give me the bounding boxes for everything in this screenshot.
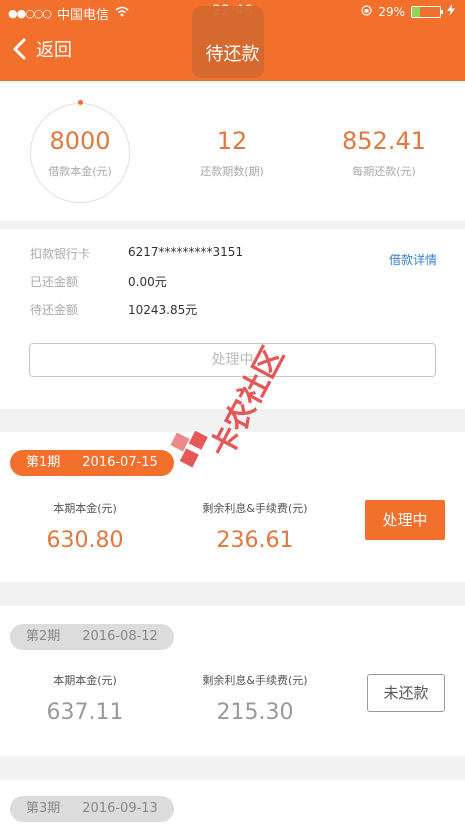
principal-stat: 8000 借款本金(元)	[30, 127, 130, 179]
pending-row: 待还金额 10243.85元	[30, 301, 197, 318]
period-label: 第3期	[26, 801, 61, 816]
progress-ring-dot	[78, 100, 83, 105]
interest-amount: 236.61	[216, 528, 294, 553]
period-card-2: 第2期 2016-08-12 本期本金(元) 637.11 剩余利息&手续费(元…	[0, 606, 465, 756]
charging-icon	[447, 4, 455, 19]
principal-label: 本期本金(元)	[53, 502, 117, 515]
period-2-status-button[interactable]: 未还款	[367, 674, 445, 712]
orientation-lock-icon	[361, 4, 372, 19]
period-principal: 本期本金(元) 630.80	[20, 500, 150, 553]
battery-level	[412, 6, 421, 17]
period-label: 第2期	[26, 629, 61, 644]
bank-card-label: 扣款银行卡	[30, 247, 91, 261]
principal-value: 8000	[49, 127, 111, 155]
interest-label: 剩余利息&手续费(元)	[202, 502, 308, 515]
period-tag-1: 第1期 2016-07-15	[10, 450, 174, 476]
period-interest: 剩余利息&手续费(元) 236.61	[170, 500, 340, 553]
page-title: 待还款	[205, 44, 260, 65]
period-date: 2016-09-13	[82, 801, 158, 816]
period-principal: 本期本金(元) 637.11	[20, 672, 150, 725]
period-date: 2016-07-15	[82, 455, 158, 470]
period-label: 第1期	[26, 455, 61, 470]
principal-amount: 637.11	[46, 700, 124, 725]
period-date: 2016-08-12	[82, 629, 158, 644]
terms-value: 12	[216, 127, 248, 155]
processing-button[interactable]: 处理中	[29, 343, 436, 377]
interest-label: 剩余利息&手续费(元)	[202, 674, 308, 687]
repaid-label: 已还金额	[30, 275, 79, 289]
header-bar: ●●○○○ 中国电信 22:46 29% 返回 待还款	[0, 0, 465, 81]
pending-label: 待还金额	[30, 303, 79, 317]
principal-label: 本期本金(元)	[53, 674, 117, 687]
period-card-1: 第1期 2016-07-15 本期本金(元) 630.80 剩余利息&手续费(元…	[0, 432, 465, 582]
interest-amount: 215.30	[216, 700, 294, 725]
loan-detail-link[interactable]: 借款详情	[389, 251, 437, 268]
per-term-value: 852.41	[342, 127, 426, 155]
period-interest: 剩余利息&手续费(元) 215.30	[170, 672, 340, 725]
period-card-3: 第3期 2016-09-13	[0, 780, 465, 827]
principal-label: 借款本金(元)	[48, 165, 112, 178]
terms-label: 还款期数(期)	[200, 165, 264, 178]
repaid-value: 0.00元	[128, 275, 167, 289]
repayment-info: 扣款银行卡 6217*********3151 已还金额 0.00元 待还金额 …	[0, 229, 465, 409]
per-term-label: 每期还款(元)	[352, 165, 416, 178]
bank-card-value: 6217*********3151	[128, 245, 244, 259]
loan-summary: 8000 借款本金(元) 12 还款期数(期) 852.41 每期还款(元)	[0, 81, 465, 221]
battery-percent: 29%	[378, 4, 405, 19]
repaid-row: 已还金额 0.00元	[30, 273, 167, 290]
per-term-stat: 852.41 每期还款(元)	[322, 127, 446, 179]
period-tag-2: 第2期 2016-08-12	[10, 624, 174, 650]
period-1-status-button[interactable]: 处理中	[365, 500, 445, 540]
bank-card-row: 扣款银行卡 6217*********3151	[30, 245, 243, 262]
terms-stat: 12 还款期数(期)	[172, 127, 292, 179]
pending-value: 10243.85元	[128, 303, 198, 317]
period-tag-3: 第3期 2016-09-13	[10, 796, 174, 822]
status-right: 29%	[361, 4, 455, 19]
principal-amount: 630.80	[46, 528, 124, 553]
battery-icon	[411, 5, 443, 18]
